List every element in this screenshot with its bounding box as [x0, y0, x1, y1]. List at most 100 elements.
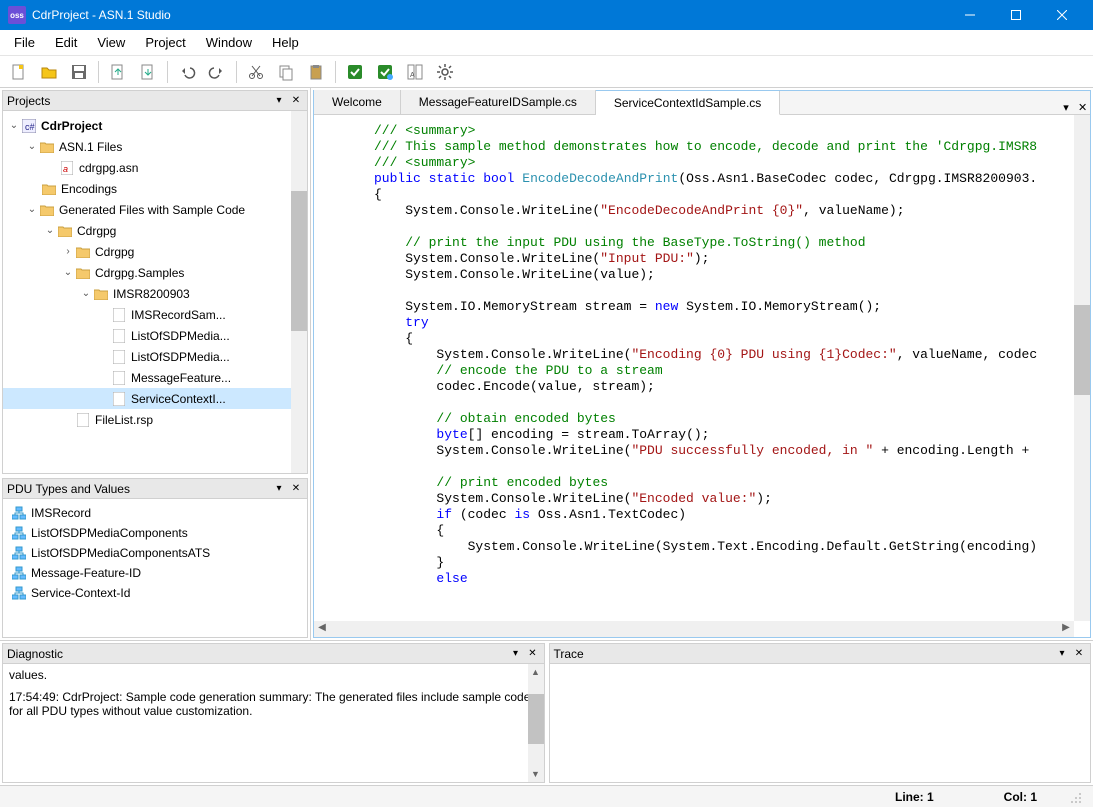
tree-scrollbar-thumb[interactable] [291, 191, 307, 331]
validate-icon[interactable] [341, 58, 369, 86]
expand-toggle[interactable]: ⌄ [61, 267, 75, 278]
tab-close-icon[interactable]: ✕ [1074, 101, 1090, 114]
expand-toggle[interactable]: ⌄ [7, 120, 21, 131]
tab-message-feature[interactable]: MessageFeatureIDSample.cs [401, 90, 596, 114]
pdu-item[interactable]: IMSRecord [31, 506, 91, 520]
code-hscroll-right-icon[interactable]: ▶ [1058, 621, 1074, 637]
pdu-item[interactable]: ListOfSDPMediaComponents [31, 526, 188, 540]
diagnostic-panel: Diagnostic ▾ ✕ values. 17:54:49: CdrProj… [2, 643, 545, 783]
tree-item-selected[interactable]: ServiceContextI... [131, 392, 226, 406]
expand-toggle[interactable]: ⌄ [25, 141, 39, 152]
tree-item[interactable]: FileList.rsp [95, 413, 153, 427]
tree-item[interactable]: Generated Files with Sample Code [59, 203, 245, 217]
tree-item[interactable]: Cdrgpg [77, 224, 116, 238]
folder-icon [75, 265, 91, 281]
pdu-type-icon [11, 585, 27, 601]
diag-scroll-down-icon[interactable]: ▼ [528, 766, 544, 782]
status-line: Line: 1 [895, 790, 934, 804]
code-vscrollbar-thumb[interactable] [1074, 305, 1090, 395]
panel-close-icon[interactable]: ✕ [289, 94, 303, 108]
compare-icon[interactable]: A [401, 58, 429, 86]
pdu-panel: PDU Types and Values ▾ ✕ IMSRecord ListO… [2, 478, 308, 638]
diag-scroll-up-icon[interactable]: ▲ [528, 664, 544, 680]
code-editor[interactable]: /// <summary> /// This sample method dem… [314, 115, 1090, 637]
folder-icon [93, 286, 109, 302]
menu-help[interactable]: Help [262, 31, 309, 54]
menu-file[interactable]: File [4, 31, 45, 54]
expand-toggle[interactable]: ⌄ [79, 288, 93, 299]
tab-service-context[interactable]: ServiceContextIdSample.cs [596, 91, 780, 115]
minimize-button[interactable] [947, 0, 993, 30]
file-icon [111, 370, 127, 386]
pdu-list[interactable]: IMSRecord ListOfSDPMediaComponents ListO… [3, 499, 307, 637]
validate-all-icon[interactable] [371, 58, 399, 86]
tree-item[interactable]: cdrgpg.asn [79, 161, 138, 175]
redo-icon[interactable] [203, 58, 231, 86]
pdu-item[interactable]: Message-Feature-ID [31, 566, 141, 580]
undo-icon[interactable] [173, 58, 201, 86]
maximize-button[interactable] [993, 0, 1039, 30]
cut-icon[interactable] [242, 58, 270, 86]
menu-bar: File Edit View Project Window Help [0, 30, 1093, 56]
panel-dropdown-icon[interactable]: ▾ [272, 94, 286, 108]
projects-panel: Projects ▾ ✕ ⌄c#CdrProject ⌄ASN.1 Files … [2, 90, 308, 474]
code-hscrollbar[interactable] [314, 621, 1074, 637]
projects-panel-title: Projects [7, 94, 269, 108]
panel-close-icon[interactable]: ✕ [289, 482, 303, 496]
panel-close-icon[interactable]: ✕ [526, 647, 540, 661]
pdu-type-icon [11, 525, 27, 541]
svg-text:a: a [63, 164, 68, 174]
status-bar: Line: 1 Col: 1 [0, 785, 1093, 807]
copy-icon[interactable] [272, 58, 300, 86]
folder-icon [57, 223, 73, 239]
toolbar: A [0, 56, 1093, 88]
tab-welcome[interactable]: Welcome [314, 90, 401, 114]
new-file-icon[interactable] [5, 58, 33, 86]
tree-item[interactable]: ASN.1 Files [59, 140, 122, 154]
panel-dropdown-icon[interactable]: ▾ [1055, 647, 1069, 661]
file-icon [111, 307, 127, 323]
expand-toggle[interactable]: ⌄ [43, 225, 57, 236]
panel-dropdown-icon[interactable]: ▾ [509, 647, 523, 661]
status-col: Col: 1 [1004, 790, 1037, 804]
tab-dropdown-icon[interactable]: ▾ [1058, 101, 1074, 114]
menu-window[interactable]: Window [196, 31, 262, 54]
menu-edit[interactable]: Edit [45, 31, 87, 54]
menu-view[interactable]: View [87, 31, 135, 54]
settings-icon[interactable] [431, 58, 459, 86]
pdu-item[interactable]: ListOfSDPMediaComponentsATS [31, 546, 210, 560]
trace-body[interactable] [550, 664, 1091, 782]
projects-tree[interactable]: ⌄c#CdrProject ⌄ASN.1 Files acdrgpg.asn E… [3, 111, 307, 473]
tree-item[interactable]: Cdrgpg [95, 245, 134, 259]
tree-item[interactable]: ListOfSDPMedia... [131, 329, 230, 343]
panel-dropdown-icon[interactable]: ▾ [272, 482, 286, 496]
diag-scrollbar-thumb[interactable] [528, 694, 544, 744]
project-icon: c# [21, 118, 37, 134]
diagnostic-body[interactable]: values. 17:54:49: CdrProject: Sample cod… [3, 664, 544, 782]
diagnostic-line: 17:54:49: CdrProject: Sample code genera… [9, 690, 538, 718]
paste-icon[interactable] [302, 58, 330, 86]
import-icon[interactable] [104, 58, 132, 86]
expand-toggle[interactable]: › [61, 246, 75, 257]
export-icon[interactable] [134, 58, 162, 86]
expand-toggle[interactable]: ⌄ [25, 204, 39, 215]
tree-item[interactable]: Encodings [61, 182, 117, 196]
close-button[interactable] [1039, 0, 1085, 30]
folder-icon [41, 181, 57, 197]
asn-file-icon: a [59, 160, 75, 176]
resize-grip-icon[interactable] [1067, 789, 1083, 805]
tree-root[interactable]: CdrProject [41, 119, 102, 133]
tree-item[interactable]: MessageFeature... [131, 371, 231, 385]
tree-item[interactable]: IMSR8200903 [113, 287, 190, 301]
tree-item[interactable]: IMSRecordSam... [131, 308, 226, 322]
panel-close-icon[interactable]: ✕ [1072, 647, 1086, 661]
tree-item[interactable]: ListOfSDPMedia... [131, 350, 230, 364]
save-icon[interactable] [65, 58, 93, 86]
open-folder-icon[interactable] [35, 58, 63, 86]
title-bar: oss CdrProject - ASN.1 Studio [0, 0, 1093, 30]
code-hscroll-left-icon[interactable]: ◀ [314, 621, 330, 637]
folder-icon [39, 202, 55, 218]
pdu-item[interactable]: Service-Context-Id [31, 586, 130, 600]
tree-item[interactable]: Cdrgpg.Samples [95, 266, 184, 280]
menu-project[interactable]: Project [135, 31, 195, 54]
